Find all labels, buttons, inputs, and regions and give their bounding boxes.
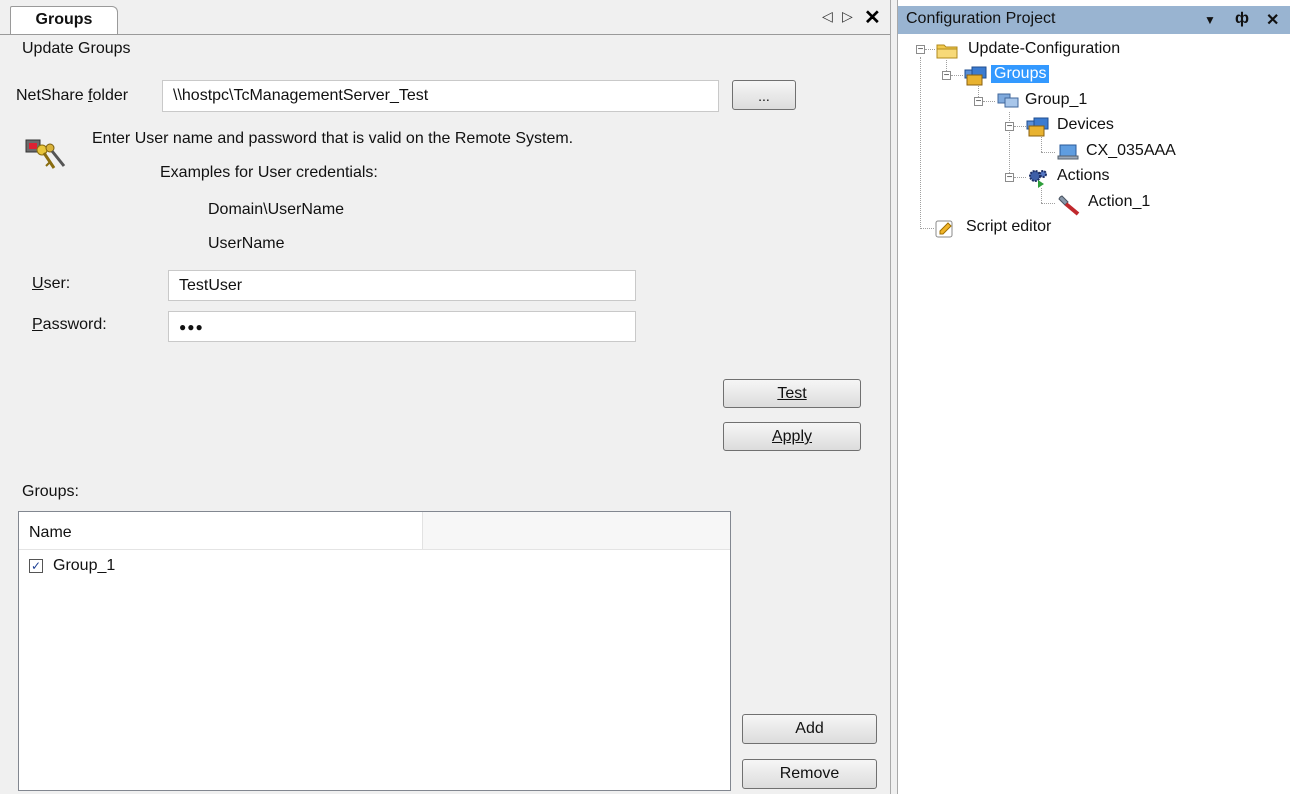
list-header: Name: [19, 512, 730, 550]
credentials-info-text: Enter User name and password that is val…: [92, 130, 574, 147]
tree-line: [1041, 203, 1055, 204]
netshare-folder-label: NetShare folder: [16, 87, 129, 104]
user-label: User:: [32, 275, 71, 292]
actions-icon: [1029, 170, 1047, 188]
tab-groups[interactable]: Groups: [10, 6, 118, 34]
collapse-icon[interactable]: −: [974, 97, 983, 107]
groups-label: Groups:: [22, 483, 79, 500]
dropdown-icon[interactable]: ▼: [1204, 13, 1216, 27]
table-row[interactable]: ✓ Group_1: [27, 557, 327, 581]
collapse-icon[interactable]: −: [1005, 122, 1014, 132]
tree-node-group-1[interactable]: Group_1: [996, 91, 1196, 111]
apply-label: Apply: [771, 428, 813, 445]
groups-document-panel: Groups ◁ ▷ ✕ Update Groups NetShare fold…: [0, 0, 891, 794]
apply-button[interactable]: Apply: [723, 422, 861, 451]
computer-icon: [1057, 144, 1079, 160]
document-tab-strip: Groups ◁ ▷ ✕: [0, 0, 890, 35]
wrench-icon: [1058, 195, 1080, 216]
tool-window-title-bar: Configuration Project ▼ ф ✕: [898, 6, 1290, 34]
tree-line: [1014, 126, 1026, 127]
script-editor-icon: [935, 220, 953, 238]
collapse-icon[interactable]: −: [916, 45, 925, 55]
keys-icon: [24, 138, 72, 174]
collapse-icon[interactable]: −: [1005, 173, 1014, 183]
groups-list[interactable]: Name ✓ Group_1: [18, 511, 731, 791]
remove-button[interactable]: Remove: [742, 759, 877, 789]
configuration-project-panel: Configuration Project ▼ ф ✕ − − − − − Up…: [897, 0, 1290, 794]
tab-groups-label: Groups: [35, 11, 93, 28]
add-button[interactable]: Add: [742, 714, 877, 744]
tree-line: [951, 75, 963, 76]
tree-line: [1014, 177, 1026, 178]
column-header-name[interactable]: Name: [19, 512, 423, 549]
tree-line: [983, 101, 995, 102]
password-input[interactable]: ●●●: [168, 311, 636, 342]
password-label: Password:: [32, 316, 107, 333]
tree-node-groups[interactable]: Groups: [964, 65, 1164, 87]
example-domain-username: Domain\UserName: [208, 201, 345, 218]
scroll-right-icon[interactable]: ▷: [842, 8, 853, 25]
tree-node-script-editor[interactable]: Script editor: [934, 218, 1134, 240]
column-header-empty[interactable]: [423, 512, 730, 549]
tree-node-devices[interactable]: Devices: [1026, 116, 1226, 137]
tree-line: [1041, 188, 1042, 203]
test-label: Test: [777, 385, 807, 402]
tree-node-cx-035aaa[interactable]: CX_035AAA: [1056, 142, 1256, 162]
group-name: Group_1: [53, 557, 116, 574]
test-button[interactable]: Test: [723, 379, 861, 408]
close-icon[interactable]: ✕: [1266, 10, 1279, 30]
group-checkbox[interactable]: ✓: [29, 559, 43, 573]
section-title: Update Groups: [22, 40, 131, 57]
tree-line: [920, 228, 934, 229]
tree-node-actions[interactable]: Actions: [1026, 167, 1226, 188]
tree-node-action-1[interactable]: Action_1: [1056, 193, 1256, 216]
scroll-left-icon[interactable]: ◁: [822, 8, 833, 25]
devices-icon: [1026, 117, 1049, 137]
collapse-icon[interactable]: −: [942, 71, 951, 81]
browse-button[interactable]: ...: [732, 80, 796, 110]
close-icon[interactable]: ✕: [864, 5, 881, 30]
example-username: UserName: [208, 235, 285, 252]
user-input[interactable]: TestUser: [168, 270, 636, 301]
examples-title: Examples for User credentials:: [160, 164, 378, 181]
tool-window-title: Configuration Project: [906, 10, 1056, 27]
groups-icon: [964, 66, 987, 86]
netshare-folder-input[interactable]: \\hostpc\TcManagementServer_Test: [162, 80, 719, 112]
group-icon: [997, 93, 1019, 108]
tree-line: [920, 57, 921, 229]
tree-line: [1041, 137, 1042, 152]
tree-line: [1041, 152, 1055, 153]
tree-line: [925, 49, 935, 50]
tree-node-update-configuration[interactable]: Update-Configuration: [936, 40, 1216, 60]
folder-icon: [936, 44, 958, 59]
pin-icon[interactable]: ф: [1235, 10, 1249, 28]
